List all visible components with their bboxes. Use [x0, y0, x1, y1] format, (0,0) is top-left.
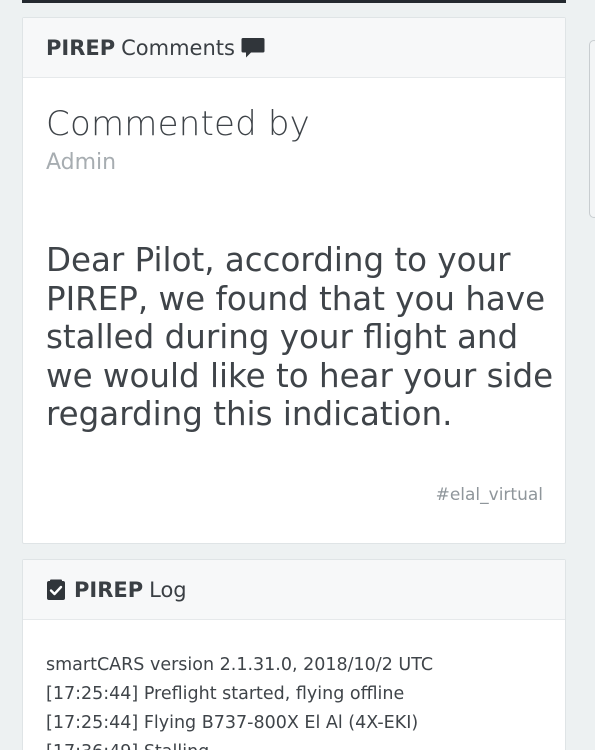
comments-header-bold: PIREP	[46, 35, 116, 60]
checklist-icon	[46, 579, 66, 601]
commented-by-label: Commented by	[46, 104, 310, 144]
log-line: smartCARS version 2.1.31.0, 2018/10/2 UT…	[46, 655, 434, 675]
comment-author: Admin	[46, 150, 117, 175]
pirep-comments-card: PIREP Comments Commented by Admin Dear P…	[22, 17, 566, 544]
log-line: [17:25:44] Preflight started, flying off…	[46, 684, 405, 704]
pirep-log-card: PIREP Log smartCARS version 2.1.31.0, 20…	[22, 559, 566, 750]
comments-card-header: PIREP Comments	[23, 18, 565, 78]
comments-header-label: Comments	[121, 35, 235, 60]
log-line: [17:36:49] Stalling	[46, 738, 556, 750]
log-lines: smartCARS version 2.1.31.0, 2018/10/2 UT…	[46, 651, 556, 750]
comment-message: Dear Pilot, according to your PIREP, we …	[46, 241, 554, 433]
top-divider	[22, 0, 566, 3]
log-header-label: Log	[149, 577, 187, 602]
comment-icon	[241, 37, 265, 59]
log-card-header: PIREP Log	[23, 560, 565, 620]
page: PIREP Comments Commented by Admin Dear P…	[0, 0, 595, 750]
comment-tag: #elal_virtual	[435, 485, 543, 505]
log-header-bold: PIREP	[74, 577, 144, 602]
log-line: [17:25:44] Flying B737-800X El Al (4X-EK…	[46, 713, 419, 733]
scrollbar[interactable]	[589, 40, 595, 218]
